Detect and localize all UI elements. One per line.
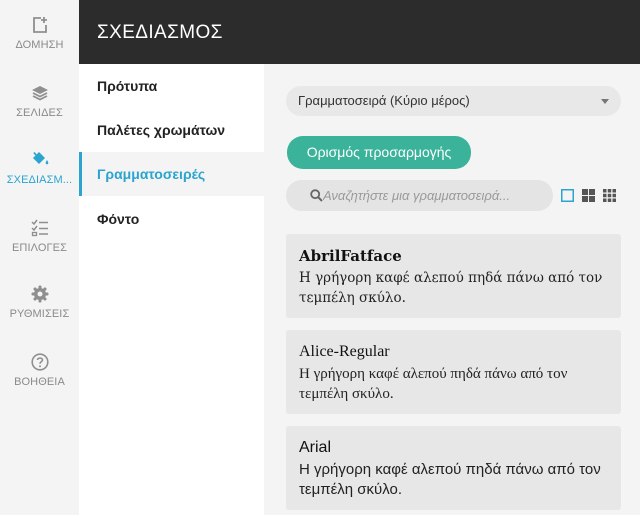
font-name: Alice-Regular xyxy=(299,343,390,360)
font-name: Arial xyxy=(299,439,332,456)
subnav-item-templates[interactable]: Πρότυπα xyxy=(79,64,264,108)
layers-icon xyxy=(31,86,48,101)
font-card-arial[interactable]: Arial Η γρήγορη καφέ αλεπού πηδά πάνω απ… xyxy=(286,426,621,510)
small-grid-view-icon[interactable] xyxy=(603,189,616,202)
left-rail: ΔΟΜΗΣΗ ΣΕΛΙΔΕΣ ΣΧΕΔΙΑΣΜ... ΕΠΙΛΟΓΕΣ ΡΥΘΜ… xyxy=(0,0,79,515)
list-view-icon[interactable] xyxy=(561,189,574,202)
design-subnav: Πρότυπα Παλέτες χρωμάτων Γραμματοσειρές … xyxy=(79,64,264,515)
rail-item-domisi[interactable]: ΔΟΜΗΣΗ xyxy=(0,16,79,51)
grid-view-icon[interactable] xyxy=(582,189,595,202)
paint-bucket-icon xyxy=(32,151,48,165)
rail-label: ΒΟΗΘΕΙΑ xyxy=(14,376,65,388)
help-circle-icon xyxy=(30,353,49,371)
top-bar: ΣΧΕΔΙΑΣΜΟΣ xyxy=(79,0,640,64)
font-search xyxy=(286,180,553,211)
rail-item-rythmiseis[interactable]: ΡΥΘΜΙΣΕΙΣ xyxy=(0,285,79,320)
plus-square-icon xyxy=(32,17,47,33)
rail-item-epiloges[interactable]: ΕΠΙΛΟΓΕΣ xyxy=(0,219,79,254)
rail-label: ΡΥΘΜΙΣΕΙΣ xyxy=(9,308,70,320)
search-input[interactable] xyxy=(323,180,543,211)
rail-item-schediasmos[interactable]: ΣΧΕΔΙΑΣΜ... xyxy=(0,151,79,186)
page-title: ΣΧΕΔΙΑΣΜΟΣ xyxy=(97,22,223,43)
gear-icon xyxy=(31,285,48,303)
rail-label: ΣΕΛΙΔΕΣ xyxy=(16,107,63,119)
font-sample-text: Η γρήγορη καφέ αλεπού πηδά πάνω από τον … xyxy=(299,461,601,498)
subnav-item-background[interactable]: Φόντο xyxy=(79,197,264,241)
rail-item-voitheia[interactable]: ΒΟΗΘΕΙΑ xyxy=(0,353,79,388)
rail-label: ΔΟΜΗΣΗ xyxy=(15,39,64,51)
font-card-abrilfatface[interactable]: AbrilFatface Η γρήγορη καφέ αλεπού πηδά … xyxy=(286,234,621,318)
subnav-item-color-palettes[interactable]: Παλέτες χρωμάτων xyxy=(79,108,264,152)
font-sample-text: Η γρήγορη καφέ αλεπού πηδά πάνω από τον … xyxy=(299,366,568,402)
chevron-down-icon xyxy=(601,99,609,104)
set-customization-button[interactable]: Ορισμός προσαρμογής xyxy=(287,136,471,169)
subnav-item-fonts[interactable]: Γραμματοσειρές xyxy=(79,152,264,196)
search-icon xyxy=(310,189,323,202)
font-target-select-value: Γραμματοσειρά (Κύριο μέρος) xyxy=(298,93,470,108)
fonts-panel: Γραμματοσειρά (Κύριο μέρος) Ορισμός προσ… xyxy=(264,64,640,515)
checklist-icon xyxy=(30,219,48,237)
rail-item-selides[interactable]: ΣΕΛΙΔΕΣ xyxy=(0,84,79,119)
font-card-alice-regular[interactable]: Alice-Regular Η γρήγορη καφέ αλεπού πηδά… xyxy=(286,330,621,414)
font-name: AbrilFatface xyxy=(299,247,402,265)
font-sample-text: Η γρήγορη καφέ αλεπού πηδά πάνω από τον … xyxy=(299,270,603,306)
rail-label: ΣΧΕΔΙΑΣΜ... xyxy=(6,174,73,186)
font-target-select[interactable]: Γραμματοσειρά (Κύριο μέρος) xyxy=(286,86,621,116)
rail-label: ΕΠΙΛΟΓΕΣ xyxy=(11,242,67,254)
